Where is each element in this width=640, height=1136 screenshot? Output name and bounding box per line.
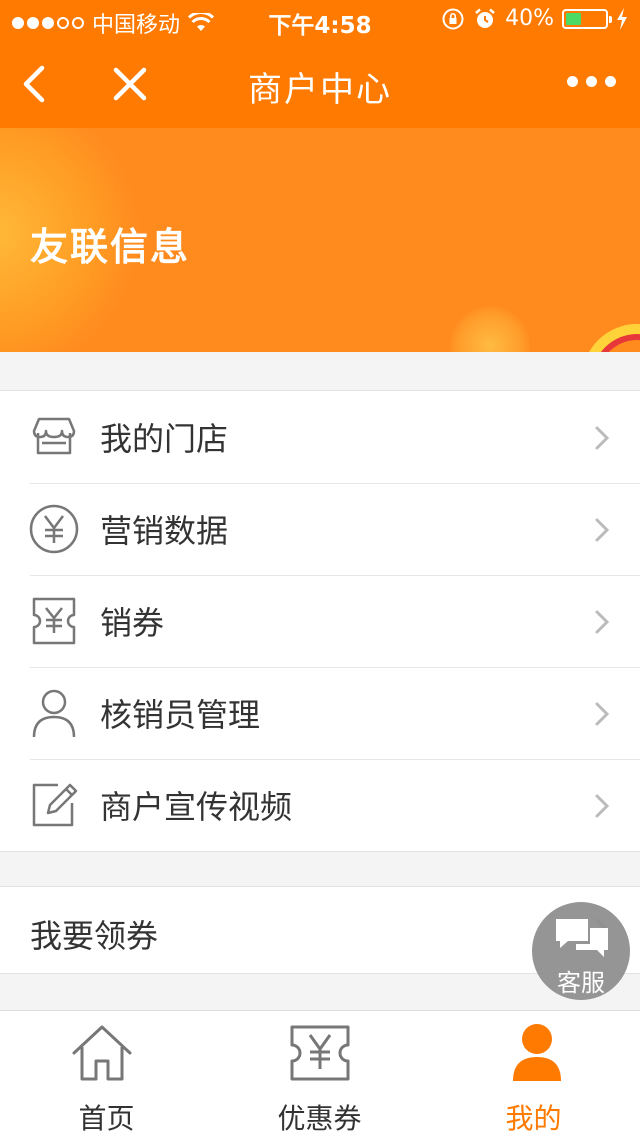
tab-mine[interactable]: 我的 <box>427 1011 640 1136</box>
edit-icon <box>32 783 78 827</box>
status-bar: 中国移动 下午4:58 40% <box>0 0 640 40</box>
nav-bar: 商户中心 <box>0 40 640 128</box>
chevron-right-icon <box>595 518 610 542</box>
menu-item-label: 商户宣传视频 <box>100 788 293 826</box>
page-title: 商户中心 <box>248 70 392 110</box>
chat-bubbles-icon <box>556 919 608 957</box>
person-filled-icon <box>513 1024 561 1081</box>
chevron-right-icon <box>595 426 610 450</box>
alarm-icon <box>475 8 495 28</box>
tab-label: 我的 <box>505 1102 562 1135</box>
battery-percent: 40% <box>505 6 554 31</box>
merchant-banner: 友联信息 <box>0 128 640 352</box>
merchant-menu: 我的门店 营销数据 销券 核销员管理 商户宣传视频 <box>0 390 640 852</box>
more-dots-icon <box>567 76 578 87</box>
more-button[interactable] <box>567 76 616 87</box>
menu-item-label: 营销数据 <box>100 512 229 550</box>
menu-item-my-store[interactable]: 我的门店 <box>0 391 640 483</box>
charging-icon <box>617 7 627 30</box>
coupon-icon <box>290 1025 350 1081</box>
menu-item-marketing-data[interactable]: 营销数据 <box>0 483 640 575</box>
yen-circle-icon <box>29 504 79 554</box>
status-right: 40% <box>441 6 628 31</box>
tab-home[interactable]: 首页 <box>0 1011 213 1136</box>
menu-item-verifier-management[interactable]: 核销员管理 <box>0 667 640 759</box>
get-coupon-label: 我要领券 <box>30 917 159 955</box>
menu-item-promo-video[interactable]: 商户宣传视频 <box>0 759 640 851</box>
chevron-right-icon <box>595 794 610 818</box>
home-icon <box>72 1025 132 1081</box>
chevron-right-icon <box>595 610 610 634</box>
chevron-right-icon <box>595 702 610 726</box>
merchant-name: 友联信息 <box>30 225 191 269</box>
menu-item-label: 我的门店 <box>100 420 229 458</box>
coupon-icon <box>32 597 76 645</box>
rotation-lock-icon <box>442 8 464 29</box>
battery-icon <box>562 8 612 29</box>
customer-service-label: 客服 <box>557 969 605 997</box>
menu-item-label: 核销员管理 <box>100 696 261 734</box>
person-icon <box>32 689 76 738</box>
menu-item-redeem-coupon[interactable]: 销券 <box>0 575 640 667</box>
tab-label: 优惠券 <box>277 1102 362 1135</box>
tab-label: 首页 <box>78 1102 135 1135</box>
customer-service-button[interactable]: 客服 <box>532 902 630 1000</box>
menu-item-label: 销券 <box>100 604 165 642</box>
store-icon <box>32 417 76 455</box>
tab-coupons[interactable]: 优惠券 <box>213 1011 426 1136</box>
tab-bar: 首页 优惠券 我的 <box>0 1010 640 1136</box>
